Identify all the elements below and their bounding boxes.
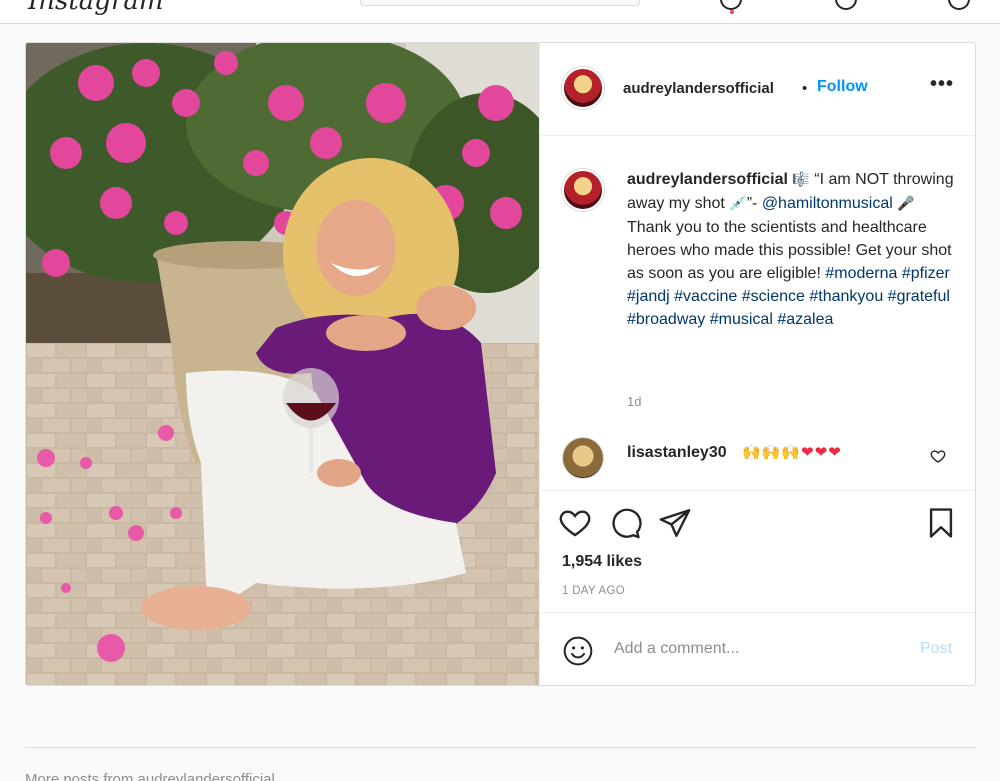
syringe-emoji: 💉: [729, 196, 747, 212]
hashtag-link[interactable]: #science: [742, 288, 805, 305]
hashtag-link[interactable]: #pfizer: [902, 265, 950, 282]
comment-row: lisastanley30 🙌🙌🙌❤❤❤: [540, 433, 975, 489]
activity-icon[interactable]: [720, 0, 742, 10]
comment-like-heart-icon[interactable]: [930, 448, 946, 469]
top-nav: Instagram: [0, 0, 1000, 24]
follow-button[interactable]: Follow: [817, 78, 868, 96]
post-photo-illustration: [26, 43, 539, 685]
post-caption: audreylandersofficial 🎼 “I am NOT throwi…: [627, 168, 957, 331]
post-header: audreylandersofficial • Follow •••: [540, 43, 975, 136]
hashtag-link[interactable]: #thankyou: [809, 288, 883, 305]
explore-icon[interactable]: [835, 0, 857, 10]
caption-username[interactable]: audreylandersofficial: [627, 171, 788, 188]
notification-dot: [730, 10, 734, 14]
author-avatar[interactable]: [562, 67, 604, 109]
author-username[interactable]: audreylandersofficial: [623, 80, 774, 97]
hashtag-link[interactable]: #moderna: [825, 265, 897, 282]
bookmark-icon[interactable]: [924, 506, 958, 540]
paper-plane-icon[interactable]: [658, 506, 692, 540]
more-posts-heading: More posts from audreylandersofficial: [25, 771, 275, 781]
profile-avatar-icon[interactable]: [948, 0, 970, 10]
caption-timestamp[interactable]: 1d: [627, 394, 641, 409]
mention-link[interactable]: @hamiltonmusical: [762, 195, 893, 212]
add-comment-bar: Post: [540, 612, 975, 685]
hashtag-link[interactable]: #jandj: [627, 288, 670, 305]
add-comment-input[interactable]: [614, 635, 904, 663]
likes-count[interactable]: 1,954 likes: [562, 553, 642, 571]
hashtag-link[interactable]: #azalea: [777, 311, 833, 328]
section-divider: [25, 747, 976, 748]
commenter-username[interactable]: lisastanley30: [627, 444, 727, 462]
comment-text: 🙌🙌🙌❤❤❤: [742, 443, 842, 461]
smile-icon[interactable]: [562, 635, 594, 672]
music-emoji: 🎼: [792, 172, 810, 188]
search-input[interactable]: [360, 0, 640, 6]
hashtag-link[interactable]: #broadway: [627, 311, 705, 328]
caption-author-avatar[interactable]: [562, 169, 604, 211]
header-separator: •: [802, 80, 808, 97]
post-sidebar: audreylandersofficial • Follow ••• audre…: [539, 43, 975, 685]
more-options-button[interactable]: •••: [930, 73, 954, 96]
post-comment-button[interactable]: Post: [920, 640, 952, 658]
hashtag-link[interactable]: #grateful: [888, 288, 950, 305]
comment-icon[interactable]: [608, 506, 642, 540]
hashtag-link[interactable]: #musical: [710, 311, 773, 328]
heart-icon[interactable]: [558, 506, 592, 540]
action-bar: 1,954 likes 1 DAY AGO: [540, 490, 975, 612]
commenter-avatar[interactable]: [562, 437, 604, 479]
post-time-ago[interactable]: 1 DAY AGO: [562, 585, 625, 597]
instagram-logo[interactable]: Instagram: [28, 0, 164, 16]
hashtag-link[interactable]: #vaccine: [674, 288, 737, 305]
mic-emoji: 🎤: [897, 196, 915, 212]
post-photo[interactable]: [26, 43, 539, 685]
caption-text-2: ”-: [746, 195, 762, 212]
post-card: audreylandersofficial • Follow ••• audre…: [25, 42, 976, 686]
